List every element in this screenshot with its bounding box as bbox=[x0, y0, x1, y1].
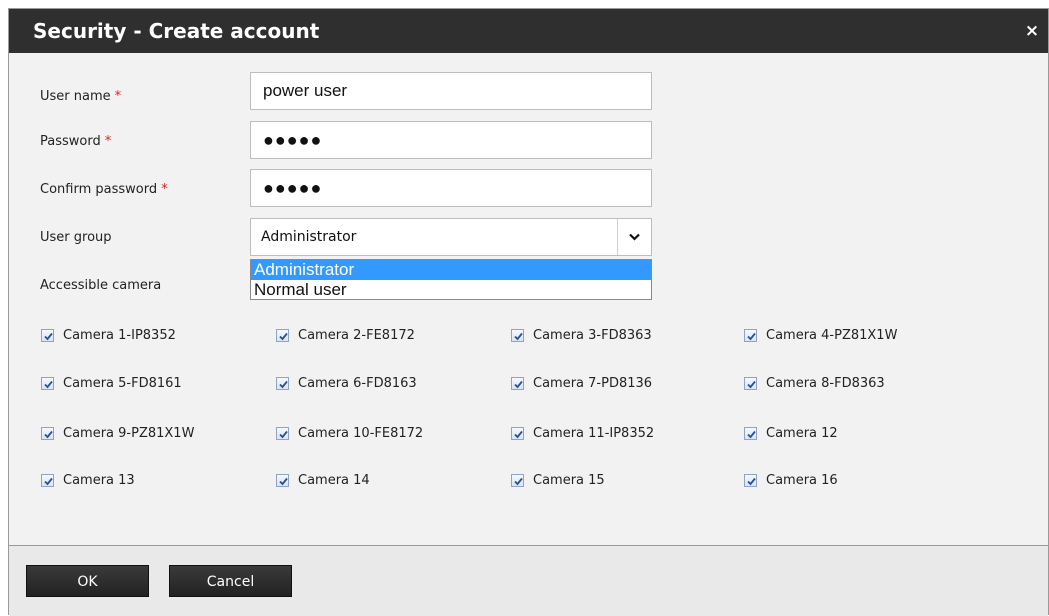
camera-checkbox[interactable]: Camera 13 bbox=[41, 470, 135, 490]
camera-checkbox[interactable]: Camera 1-IP8352 bbox=[41, 325, 176, 345]
username-label-text: User name bbox=[40, 89, 111, 104]
camera-label: Camera 16 bbox=[766, 472, 838, 488]
checkbox-checked-icon[interactable] bbox=[276, 473, 289, 487]
checkbox-checked-icon[interactable] bbox=[744, 473, 757, 487]
camera-label: Camera 5-FD8161 bbox=[63, 375, 182, 391]
camera-checkbox[interactable]: Camera 14 bbox=[276, 470, 370, 490]
camera-label: Camera 15 bbox=[533, 472, 605, 488]
checkbox-checked-icon[interactable] bbox=[276, 376, 289, 390]
close-icon[interactable]: × bbox=[1022, 21, 1042, 41]
checkbox-checked-icon[interactable] bbox=[276, 426, 289, 440]
checkbox-checked-icon[interactable] bbox=[744, 328, 757, 342]
checkbox-checked-icon[interactable] bbox=[41, 328, 54, 342]
checkbox-checked-icon[interactable] bbox=[511, 473, 524, 487]
camera-label: Camera 4-PZ81X1W bbox=[766, 327, 898, 343]
camera-checkbox[interactable]: Camera 9-PZ81X1W bbox=[41, 423, 194, 443]
camera-checkbox[interactable]: Camera 12 bbox=[744, 423, 838, 443]
confirm-password-field[interactable]: ●●●●● bbox=[250, 169, 652, 207]
checkbox-checked-icon[interactable] bbox=[744, 426, 757, 440]
camera-label: Camera 2-FE8172 bbox=[298, 327, 415, 343]
dialog-titlebar: Security - Create account × bbox=[9, 9, 1048, 53]
camera-label: Camera 14 bbox=[298, 472, 370, 488]
checkbox-checked-icon[interactable] bbox=[41, 376, 54, 390]
dialog-title: Security - Create account bbox=[33, 19, 320, 43]
camera-checkbox[interactable]: Camera 3-FD8363 bbox=[511, 325, 652, 345]
required-marker: * bbox=[114, 89, 122, 104]
confirm-password-label-text: Confirm password bbox=[40, 182, 158, 197]
camera-checkbox[interactable]: Camera 16 bbox=[744, 470, 838, 490]
password-label-text: Password bbox=[40, 134, 101, 149]
user-group-selected-value: Administrator bbox=[261, 229, 357, 245]
camera-checkbox[interactable]: Camera 6-FD8163 bbox=[276, 373, 417, 393]
camera-label: Camera 9-PZ81X1W bbox=[63, 425, 195, 441]
camera-label: Camera 11-IP8352 bbox=[533, 425, 655, 441]
camera-checkbox[interactable]: Camera 7-PD8136 bbox=[511, 373, 652, 393]
camera-checkbox[interactable]: Camera 10-FE8172 bbox=[276, 423, 423, 443]
checkbox-checked-icon[interactable] bbox=[511, 328, 524, 342]
camera-label: Camera 1-IP8352 bbox=[63, 327, 176, 343]
password-label: Password * bbox=[40, 134, 111, 149]
camera-label: Camera 3-FD8363 bbox=[533, 327, 652, 343]
checkbox-checked-icon[interactable] bbox=[511, 376, 524, 390]
checkbox-checked-icon[interactable] bbox=[744, 376, 757, 390]
checkbox-checked-icon[interactable] bbox=[276, 328, 289, 342]
user-group-select[interactable]: Administrator bbox=[250, 218, 652, 256]
user-group-label: User group bbox=[40, 230, 112, 245]
checkbox-checked-icon[interactable] bbox=[41, 426, 54, 440]
ok-button[interactable]: OK bbox=[26, 565, 149, 597]
dialog-footer: OK Cancel bbox=[9, 545, 1048, 616]
camera-checkbox[interactable]: Camera 5-FD8161 bbox=[41, 373, 182, 393]
camera-checkbox[interactable]: Camera 11-IP8352 bbox=[511, 423, 654, 443]
camera-checkbox[interactable]: Camera 8-FD8363 bbox=[744, 373, 885, 393]
checkbox-checked-icon[interactable] bbox=[41, 473, 54, 487]
user-group-dropdown: Administrator Normal user bbox=[250, 259, 652, 300]
dropdown-option-normal-user[interactable]: Normal user bbox=[251, 280, 651, 300]
required-marker: * bbox=[104, 134, 112, 149]
accessible-camera-label: Accessible camera bbox=[40, 278, 162, 293]
cancel-button[interactable]: Cancel bbox=[169, 565, 292, 597]
password-field[interactable]: ●●●●● bbox=[250, 121, 652, 159]
camera-label: Camera 7-PD8136 bbox=[533, 375, 653, 391]
camera-label: Camera 10-FE8172 bbox=[298, 425, 424, 441]
username-field[interactable]: power user bbox=[250, 72, 652, 110]
create-account-dialog: Security - Create account × User name * p… bbox=[8, 8, 1049, 616]
required-marker: * bbox=[161, 182, 168, 197]
username-label: User name * bbox=[40, 89, 121, 104]
checkbox-checked-icon[interactable] bbox=[511, 426, 524, 440]
camera-checkbox[interactable]: Camera 2-FE8172 bbox=[276, 325, 415, 345]
camera-label: Camera 13 bbox=[63, 472, 135, 488]
chevron-down-icon[interactable] bbox=[617, 219, 651, 255]
camera-checkbox[interactable]: Camera 4-PZ81X1W bbox=[744, 325, 897, 345]
dropdown-option-administrator[interactable]: Administrator bbox=[251, 260, 651, 280]
camera-label: Camera 8-FD8363 bbox=[766, 375, 885, 391]
confirm-password-label: Confirm password * bbox=[40, 182, 168, 197]
camera-label: Camera 6-FD8163 bbox=[298, 375, 417, 391]
camera-label: Camera 12 bbox=[766, 425, 838, 441]
camera-checkbox[interactable]: Camera 15 bbox=[511, 470, 605, 490]
